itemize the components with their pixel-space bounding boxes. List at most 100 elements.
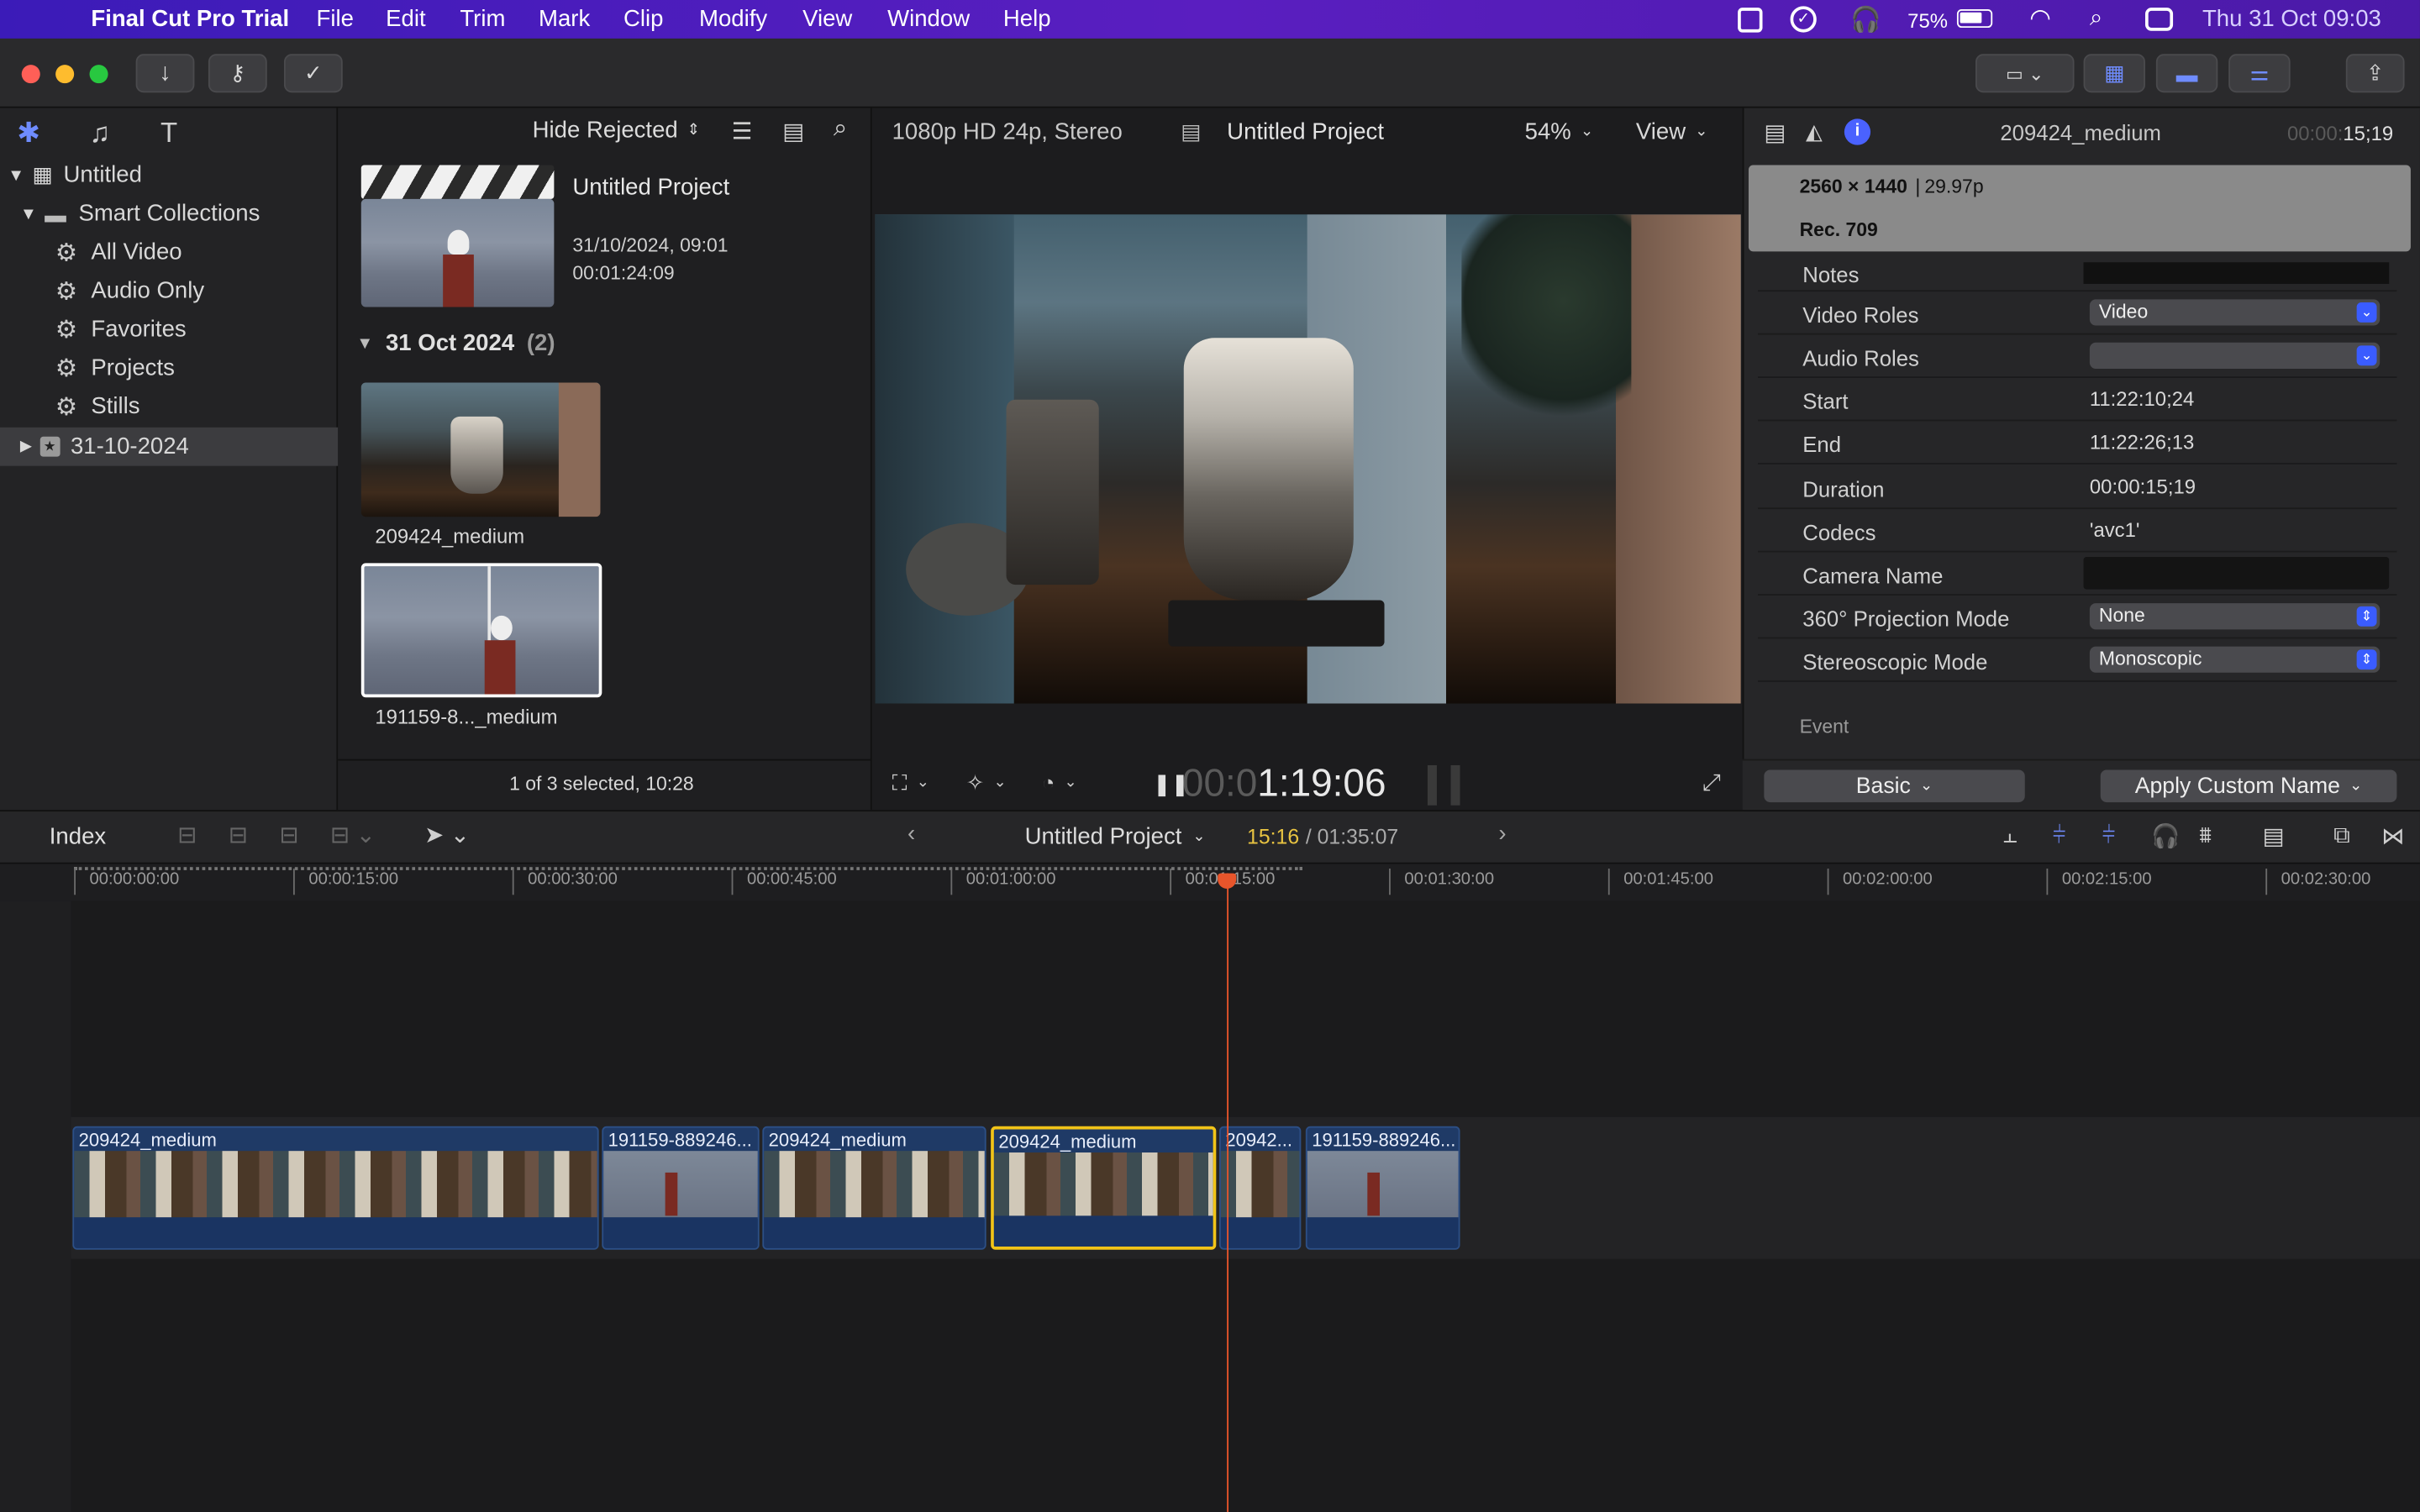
- clip-filter-popup[interactable]: Hide Rejected ⇕: [533, 118, 700, 144]
- view-options-popup[interactable]: View ⌄: [1636, 118, 1708, 144]
- menu-help[interactable]: Help: [1003, 6, 1051, 32]
- list-view-icon[interactable]: ☰: [732, 118, 753, 144]
- ruler-tick: [74, 869, 76, 895]
- browser-toggle[interactable]: ▦: [2083, 54, 2146, 93]
- folder-icon: ▬: [45, 201, 66, 227]
- video-roles-select[interactable]: Video ⌄: [2089, 299, 2381, 326]
- keywords-button[interactable]: ⚷: [208, 54, 267, 93]
- select-tool-icon[interactable]: ➤ ⌄: [424, 821, 470, 848]
- filmstrip-view-icon[interactable]: ▤: [782, 118, 804, 144]
- playhead[interactable]: [1227, 873, 1229, 1512]
- disclosure-down-icon[interactable]: ▼: [8, 165, 24, 184]
- forward-arrow-icon[interactable]: ›: [1498, 821, 1506, 847]
- drive-icon[interactable]: [1738, 8, 1763, 33]
- enhance-popup[interactable]: ✧ ⌄: [966, 770, 1007, 796]
- headphones-icon[interactable]: 🎧: [1850, 5, 1881, 36]
- collection-stills[interactable]: ⚙ Stills: [0, 387, 338, 426]
- inspector-toggle[interactable]: ⚌: [2228, 54, 2291, 93]
- insert-clip-icon[interactable]: ⊟: [229, 821, 248, 848]
- import-button[interactable]: ↓: [135, 54, 195, 93]
- battery-icon[interactable]: [1956, 9, 1993, 29]
- titles-generators-tab-icon[interactable]: T: [160, 118, 177, 150]
- menu-view[interactable]: View: [802, 6, 852, 32]
- date-group-header[interactable]: ▼ 31 Oct 2024 (2): [356, 330, 555, 356]
- timeline-clip[interactable]: 191159-889246...: [602, 1126, 760, 1250]
- viewer-canvas[interactable]: [875, 214, 1741, 704]
- camera-name-field[interactable]: [2083, 557, 2390, 590]
- close-window-button[interactable]: [21, 65, 40, 84]
- filter-inspector-icon[interactable]: ◭: [1806, 118, 1823, 144]
- search-icon[interactable]: ⌕: [2090, 5, 2102, 31]
- clip-appearance-icon[interactable]: ▤: [2263, 822, 2285, 850]
- event-31-10-2024[interactable]: ▶ ★ 31-10-2024: [0, 427, 339, 466]
- workspace-button[interactable]: ▭ ⌄: [1975, 54, 2075, 93]
- smart-collections-folder[interactable]: ▼ ▬ Smart Collections: [0, 194, 338, 233]
- timecode-display[interactable]: 00:0 1:19:06: [1182, 762, 1386, 806]
- disclosure-down-icon[interactable]: ▼: [20, 204, 37, 223]
- share-button[interactable]: ⇪: [2345, 54, 2405, 93]
- film-inspector-icon[interactable]: ▤: [1764, 118, 1786, 146]
- collection-audio-only[interactable]: ⚙ Audio Only: [0, 271, 338, 310]
- wifi-icon[interactable]: ◠: [2029, 3, 2051, 34]
- effects-browser-icon[interactable]: ⧉: [2333, 822, 2350, 848]
- append-clip-icon[interactable]: ⊟: [279, 821, 298, 848]
- menu-modify[interactable]: Modify: [699, 6, 767, 32]
- collection-projects[interactable]: ⚙ Projects: [0, 349, 338, 387]
- app-menu[interactable]: Final Cut Pro Trial: [91, 6, 289, 32]
- search-icon[interactable]: ⌕: [834, 116, 847, 144]
- collection-favorites[interactable]: ⚙ Favorites: [0, 310, 338, 349]
- control-center-icon[interactable]: [2145, 8, 2174, 31]
- menu-window[interactable]: Window: [887, 6, 970, 32]
- timeline-project-popup[interactable]: Untitled Project ⌄: [1025, 824, 1206, 850]
- snapping-icon[interactable]: ⩩: [2199, 822, 2212, 848]
- clip-filter-label: Hide Rejected: [532, 117, 678, 144]
- audio-skimming-icon[interactable]: ⫩: [2053, 822, 2066, 848]
- zoom-popup[interactable]: 54% ⌄: [1525, 118, 1594, 144]
- project-thumbnail[interactable]: [360, 165, 555, 307]
- disclosure-down-icon[interactable]: ▼: [356, 334, 373, 353]
- background-tasks-button[interactable]: ✓: [283, 54, 343, 93]
- menu-trim[interactable]: Trim: [460, 6, 505, 32]
- retime-popup[interactable]: ◔ ⌄: [1042, 770, 1077, 795]
- disclosure-right-icon[interactable]: ▶: [20, 438, 32, 455]
- solo-icon[interactable]: ⫩: [2102, 822, 2116, 848]
- clip-thumbnail-191159[interactable]: [360, 563, 602, 698]
- timeline-toggle[interactable]: ▬: [2155, 54, 2218, 93]
- timeline-clip[interactable]: 20942...: [1218, 1126, 1302, 1250]
- menu-edit[interactable]: Edit: [386, 6, 425, 32]
- projection-mode-select[interactable]: None ⇕: [2089, 603, 2381, 630]
- zoom-window-button[interactable]: [89, 65, 108, 84]
- transform-popup[interactable]: ⛶ ⌄: [892, 770, 929, 796]
- metadata-view-popup[interactable]: Basic ⌄: [1764, 769, 2025, 803]
- collection-all-video[interactable]: ⚙ All Video: [0, 233, 338, 271]
- apply-custom-name-button[interactable]: Apply Custom Name ⌄: [2100, 769, 2397, 803]
- timeline-clip[interactable]: 191159-889246...: [1305, 1126, 1460, 1250]
- stereoscopic-mode-select[interactable]: Monoscopic ⇕: [2089, 646, 2381, 673]
- minimize-window-button[interactable]: [55, 65, 75, 84]
- photos-audio-tab-icon[interactable]: ♫: [90, 118, 111, 150]
- audio-roles-select[interactable]: ⌄: [2089, 342, 2381, 369]
- timeline-clip[interactable]: 209424_medium: [72, 1126, 599, 1250]
- menu-clip[interactable]: Clip: [623, 6, 663, 32]
- menu-file[interactable]: File: [317, 6, 354, 32]
- skimming-icon[interactable]: ⫠: [2003, 822, 2018, 848]
- transitions-browser-icon[interactable]: ⋈: [2381, 822, 2405, 850]
- project-title[interactable]: Untitled Project: [572, 175, 729, 201]
- back-arrow-icon[interactable]: ‹: [908, 821, 915, 847]
- timeline-clip[interactable]: 209424_medium: [762, 1126, 986, 1250]
- check-circle-icon[interactable]: ✓: [1790, 6, 1817, 33]
- headphones-icon[interactable]: 🎧: [2151, 822, 2180, 850]
- timeline-clip[interactable]: 209424_medium: [991, 1126, 1217, 1250]
- library-untitled[interactable]: ▼ ▦ Untitled: [0, 156, 338, 195]
- overwrite-clip-icon[interactable]: ⊟ ⌄: [330, 821, 376, 848]
- libraries-tab-icon[interactable]: ✱: [17, 118, 40, 150]
- camera-name-row: Camera Name: [1758, 553, 2397, 596]
- clip-thumbnail-209424[interactable]: [360, 382, 601, 517]
- fullscreen-icon[interactable]: ⤢: [1702, 770, 1721, 796]
- connect-clip-icon[interactable]: ⊟: [177, 821, 197, 848]
- info-icon[interactable]: i: [1844, 118, 1871, 145]
- clock[interactable]: Thu 31 Oct 09:03: [2202, 6, 2381, 32]
- notes-field[interactable]: [2083, 262, 2390, 284]
- menu-mark[interactable]: Mark: [539, 6, 590, 32]
- index-button[interactable]: Index: [50, 824, 106, 850]
